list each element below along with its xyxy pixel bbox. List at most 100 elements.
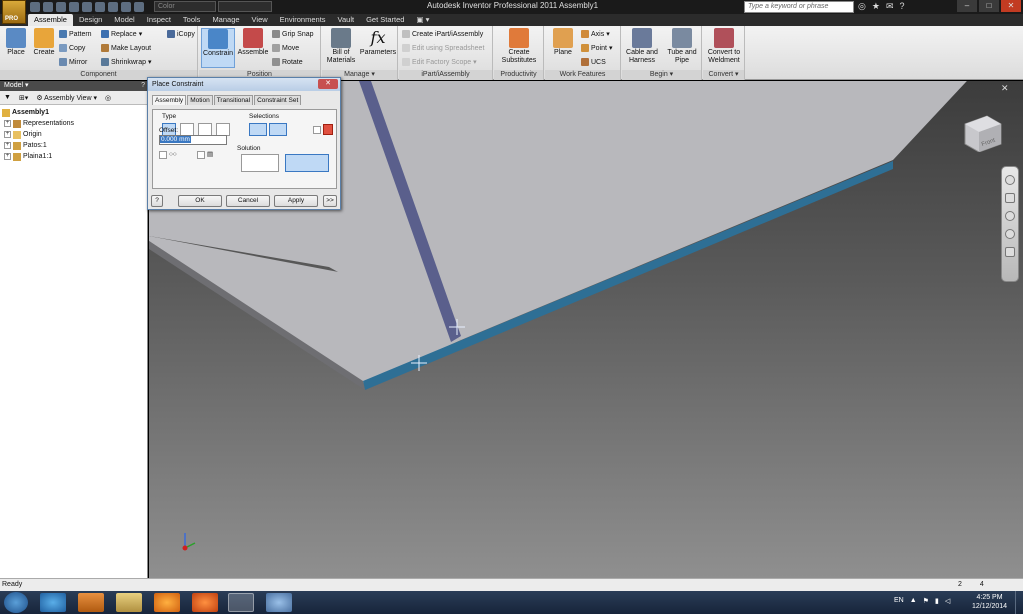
axis-button[interactable]: Axis ▾ <box>581 29 610 39</box>
design-view-dropdown[interactable] <box>218 1 272 12</box>
browser-icon[interactable] <box>154 593 180 612</box>
tab-model[interactable]: Model <box>108 14 140 26</box>
tab-tools[interactable]: Tools <box>177 14 207 26</box>
assembly-view-dropdown[interactable]: ⚙ Assembly View ▾ <box>36 94 97 102</box>
close-button[interactable]: ✕ <box>1001 0 1021 12</box>
maximize-button[interactable]: □ <box>979 0 999 12</box>
parameters-button[interactable]: fx Parameters <box>359 28 397 57</box>
dialog-close-button[interactable]: ✕ <box>318 79 338 89</box>
ok-button[interactable]: OK <box>178 195 222 207</box>
copy-button[interactable]: Copy <box>59 43 85 53</box>
replace-button[interactable]: Replace ▾ <box>101 29 142 39</box>
tab-vault[interactable]: Vault <box>332 14 361 26</box>
volume-icon[interactable]: ◁ <box>945 597 950 605</box>
expand-toggle-icon[interactable]: + <box>4 131 11 138</box>
network-icon[interactable]: ▮ <box>935 597 939 605</box>
select-icon[interactable] <box>134 2 144 12</box>
binoculars-icon[interactable]: ◎ <box>858 1 866 12</box>
assemble-button[interactable]: Assemble <box>237 28 269 57</box>
tube-pipe-button[interactable]: Tube and Pipe <box>664 28 700 65</box>
new-icon[interactable] <box>30 2 40 12</box>
selection-2-button[interactable] <box>269 123 287 136</box>
communication-icon[interactable]: ✉ <box>886 1 894 12</box>
filter-icon[interactable]: ▼ <box>4 94 11 101</box>
dialog-titlebar[interactable]: Place Constraint ✕ <box>148 78 340 91</box>
firefox-icon[interactable] <box>192 593 218 612</box>
create-ipart-button[interactable]: Create iPart/iAssembly <box>402 29 483 39</box>
viewport-close-icon[interactable]: ✕ <box>1001 83 1009 94</box>
paint-icon[interactable] <box>266 593 292 612</box>
pattern-button[interactable]: Pattern <box>59 29 92 39</box>
return-icon[interactable] <box>108 2 118 12</box>
mate-solution-icon[interactable] <box>241 154 279 172</box>
shrinkwrap-button[interactable]: Shrinkwrap ▾ <box>101 57 152 67</box>
tab-design[interactable]: Design <box>73 14 108 26</box>
subscription-icon[interactable]: ★ <box>872 1 880 12</box>
tab-environments[interactable]: Environments <box>274 14 332 26</box>
update-icon[interactable] <box>121 2 131 12</box>
redo-icon[interactable] <box>82 2 92 12</box>
app-menu-button[interactable]: PRO <box>2 0 26 24</box>
browser-title[interactable]: Model <box>4 82 23 89</box>
home-icon[interactable] <box>95 2 105 12</box>
internet-explorer-icon[interactable] <box>40 593 66 612</box>
expand-toggle-icon[interactable]: + <box>4 120 11 127</box>
pick-part-first-checkbox[interactable] <box>313 126 321 134</box>
minimize-button[interactable]: – <box>957 0 977 12</box>
tree-item-plaina[interactable]: + Plaina1:1 <box>2 151 145 162</box>
color-dropdown[interactable]: Color <box>154 1 216 12</box>
show-desktop-button[interactable] <box>1015 591 1023 614</box>
pick-part-icon[interactable] <box>323 124 333 135</box>
tab-assemble[interactable]: Assemble <box>28 14 73 26</box>
system-clock[interactable]: 4:25 PM 12/12/2014 <box>972 593 1007 611</box>
tree-item-representations[interactable]: + Representations <box>2 118 145 129</box>
help-search-input[interactable]: Type a keyword or phrase <box>744 1 854 13</box>
expand-toggle-icon[interactable]: + <box>4 142 11 149</box>
orbit-icon[interactable] <box>1005 229 1015 239</box>
inventor-taskbar-icon[interactable] <box>228 593 254 612</box>
start-button[interactable] <box>4 592 28 613</box>
apply-button[interactable]: Apply <box>274 195 318 207</box>
show-preview-checkbox[interactable] <box>159 151 167 159</box>
move-button[interactable]: Move <box>272 43 299 53</box>
undo-icon[interactable] <box>69 2 79 12</box>
plane-button[interactable]: Plane <box>549 28 577 57</box>
pan-icon[interactable] <box>1005 193 1015 203</box>
edit-spreadsheet-button[interactable]: Edit using Spreadsheet <box>402 43 484 53</box>
create-button[interactable]: Create <box>31 28 57 57</box>
place-button[interactable]: Place <box>3 28 29 57</box>
tray-arrow-icon[interactable]: ▲ <box>910 597 917 605</box>
bill-of-materials-button[interactable]: Bill of Materials <box>324 28 358 65</box>
save-icon[interactable] <box>56 2 66 12</box>
expand-toggle-icon[interactable]: + <box>4 153 11 160</box>
grip-snap-button[interactable]: Grip Snap <box>272 29 314 39</box>
mirror-button[interactable]: Mirror <box>59 57 87 67</box>
tab-view[interactable]: View <box>246 14 274 26</box>
tree-item-assembly1[interactable]: Assembly1 <box>2 107 145 118</box>
tab-manage[interactable]: Manage <box>206 14 245 26</box>
viewcube[interactable]: Front <box>961 112 1005 152</box>
zoom-icon[interactable] <box>1005 211 1015 221</box>
steering-wheel-icon[interactable] <box>1005 175 1015 185</box>
open-icon[interactable] <box>43 2 53 12</box>
flag-icon[interactable]: ⚑ <box>923 597 929 605</box>
dialog-tab-motion[interactable]: Motion <box>187 95 213 105</box>
cancel-button[interactable]: Cancel <box>226 195 270 207</box>
dialog-tab-constraint-set[interactable]: Constraint Set <box>254 95 302 105</box>
browser-help-icon[interactable]: ? <box>141 81 145 91</box>
rotate-button[interactable]: Rotate <box>272 57 303 67</box>
dialog-help-button[interactable]: ? <box>151 195 163 207</box>
language-indicator[interactable]: EN <box>894 597 904 605</box>
selection-1-button[interactable] <box>249 123 267 136</box>
create-substitutes-button[interactable]: Create Substitutes <box>498 28 540 65</box>
convert-weldment-button[interactable]: Convert to Weldment <box>704 28 744 65</box>
ribbon-options-icon[interactable]: ▣ ▾ <box>410 14 435 26</box>
ucs-button[interactable]: UCS <box>581 57 606 67</box>
look-at-icon[interactable] <box>1005 247 1015 257</box>
media-player-icon[interactable] <box>78 593 104 612</box>
tree-item-patos[interactable]: + Patos:1 <box>2 140 145 151</box>
expand-icon[interactable]: ⊞▾ <box>19 94 28 102</box>
point-button[interactable]: Point ▾ <box>581 43 612 53</box>
help-icon[interactable]: ? <box>899 1 904 12</box>
tab-get-started[interactable]: Get Started <box>360 14 410 26</box>
